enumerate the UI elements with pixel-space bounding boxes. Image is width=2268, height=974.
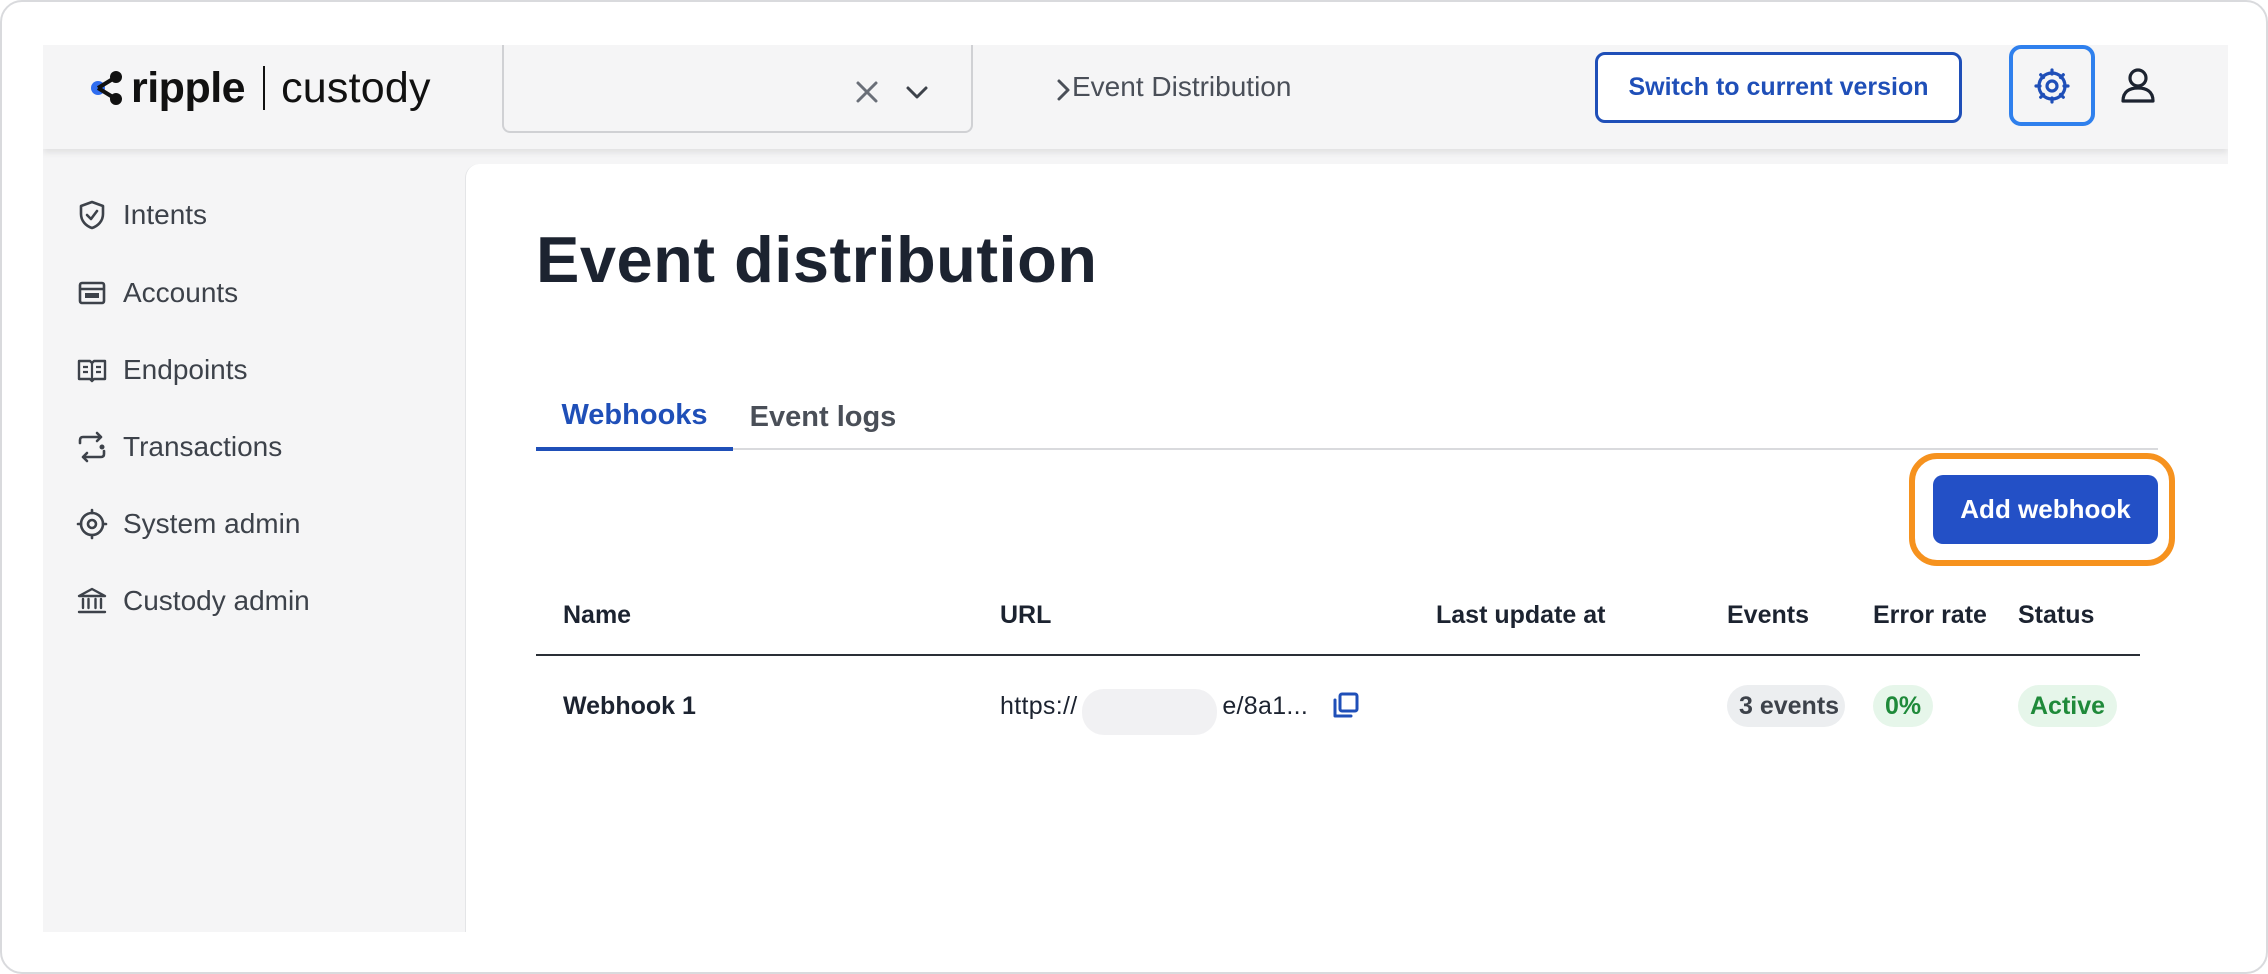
sidebar-item-label: Accounts [123,277,239,308]
ripple-custody-logo[interactable]: ripple custody [89,60,431,116]
organization-select[interactable] [502,45,973,133]
column-header-error-rate[interactable]: Error rate [1873,574,1987,656]
tab-bar: Webhooks Event logs [536,384,2158,451]
add-webhook-button[interactable]: Add webhook [1933,475,2158,544]
settings-button[interactable] [2009,45,2095,126]
error-rate-badge: 0% [1873,685,1934,727]
webhook-url: https:// e/8a1... [1000,691,1309,720]
chevron-down-icon[interactable] [904,81,930,103]
column-header-last-update[interactable]: Last update at [1436,574,1605,656]
gear-icon [2034,67,2070,104]
sidebar-item-label: Endpoints [123,354,248,385]
sidebar-item-label: Custody admin [123,585,310,616]
main-panel: Event distribution Webhooks Event logs A… [465,164,2228,932]
table-header: Name URL Last update at Events Error rat… [536,574,2140,656]
webhook-url-cell: https:// e/8a1... [1000,658,1400,754]
error-rate-cell: 0% [1873,658,1934,754]
column-header-url[interactable]: URL [1000,574,1051,656]
gear-icon [76,508,108,540]
events-cell: 3 events [1727,658,1845,754]
sidebar-item-accounts[interactable]: Accounts [76,273,238,313]
sidebar-item-intents[interactable]: Intents [76,195,207,235]
user-icon[interactable] [2118,65,2158,105]
shield-check-icon [79,200,105,230]
column-header-status[interactable]: Status [2018,574,2094,656]
close-icon[interactable] [854,79,880,105]
page-title: Event distribution [536,223,1098,296]
wallet-icon [78,281,106,305]
bank-icon [77,587,107,614]
tab-webhooks[interactable]: Webhooks [536,384,733,451]
switch-version-button[interactable]: Switch to current version [1595,52,1962,123]
top-bar: ripple custody Event Distribution Switch… [43,45,2228,149]
logo-brand-text: ripple [131,63,246,112]
breadcrumb-current: Event Distribution [1072,71,1292,102]
webhook-url-wrap: https:// e/8a1... [1000,658,1308,754]
screenshot-frame: ripple custody Event Distribution Switch… [0,0,2268,974]
sidebar-item-custody-admin[interactable]: Custody admin [76,581,310,621]
sidebar-item-system-admin[interactable]: System admin [76,504,300,544]
copy-icon[interactable] [1329,690,1361,722]
webhook-name[interactable]: Webhook 1 [563,658,696,754]
tab-event-logs[interactable]: Event logs [743,384,903,450]
events-badge[interactable]: 3 events [1727,685,1845,727]
table-row[interactable]: Webhook 1 https:// e/8a1... 3 events 0% … [536,658,2140,754]
column-header-name[interactable]: Name [563,574,631,656]
transfer-icon [78,431,106,463]
column-header-events[interactable]: Events [1727,574,1809,656]
sidebar-item-transactions[interactable]: Transactions [76,427,282,467]
logo-product-text: custody [281,63,431,112]
logo-divider [263,66,266,110]
ripple-logo-icon [91,71,122,105]
status-cell: Active [2018,658,2118,754]
sidebar-nav: Intents Accounts Endpoints Transactions … [43,149,464,932]
sidebar-item-label: System admin [123,508,301,539]
book-icon [77,359,107,383]
sidebar-item-label: Intents [123,199,208,230]
sidebar-item-endpoints[interactable]: Endpoints [76,350,248,390]
app-window: ripple custody Event Distribution Switch… [43,45,2228,932]
status-badge: Active [2018,685,2118,727]
sidebar-item-label: Transactions [123,431,283,462]
